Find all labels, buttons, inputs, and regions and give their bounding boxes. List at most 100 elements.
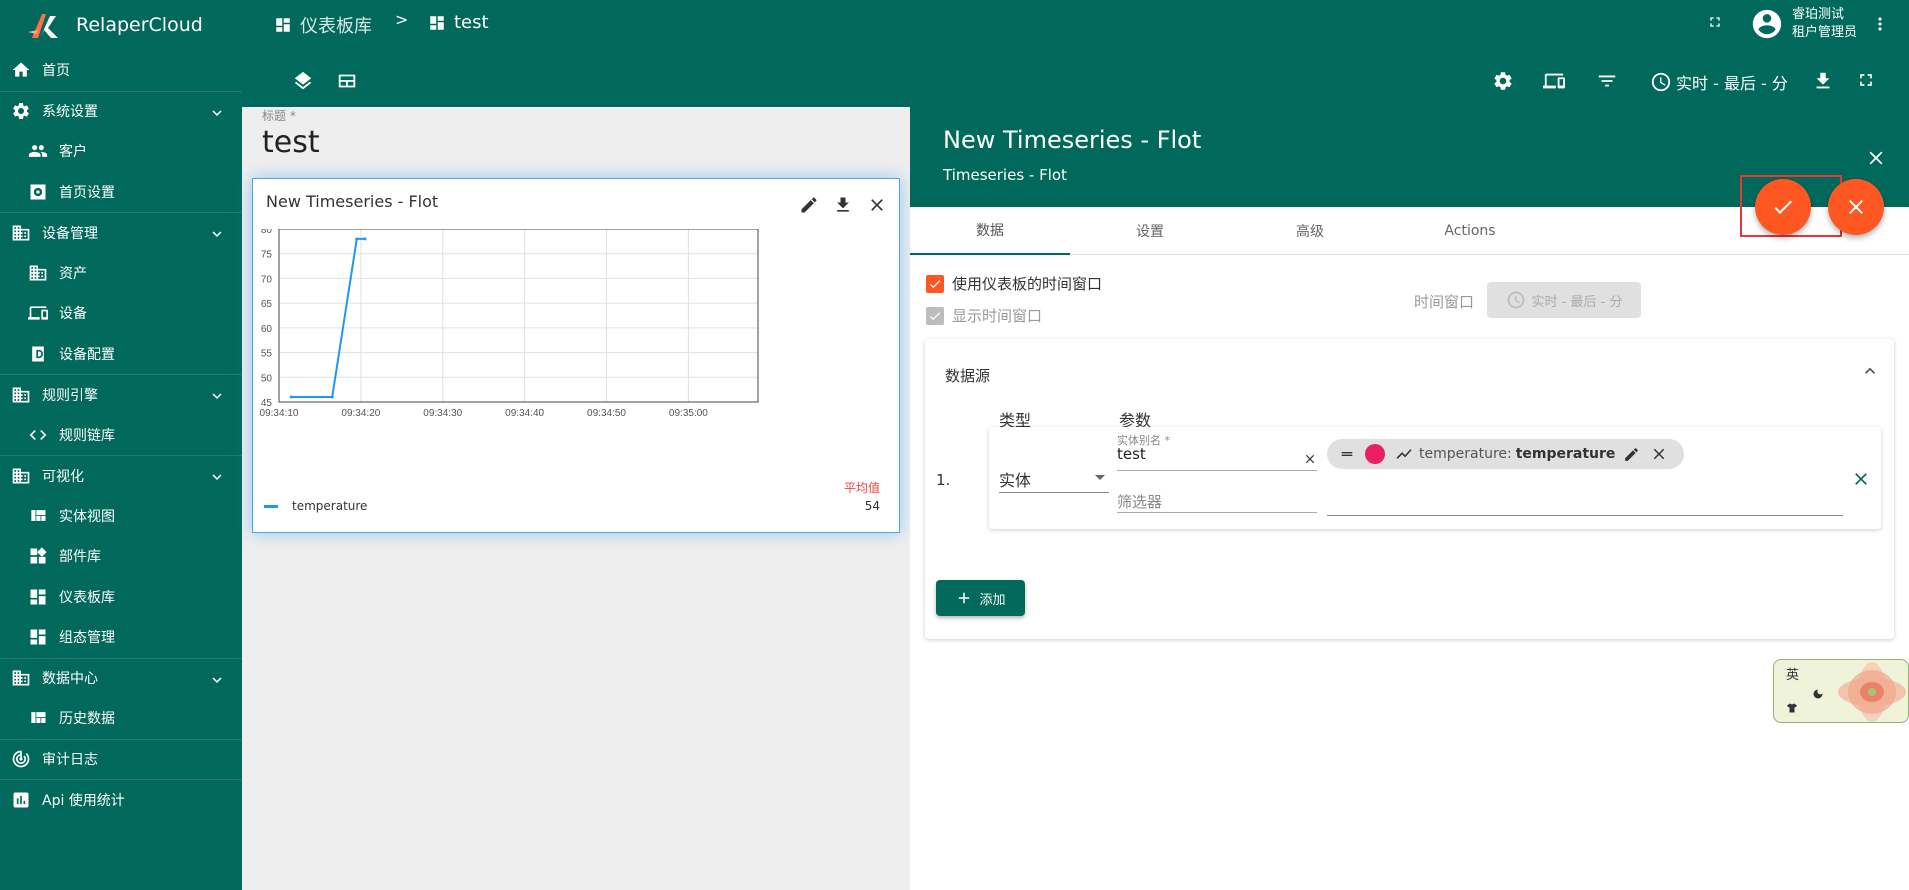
download-icon[interactable] [833,195,853,215]
sidebar-item-label: 仪表板库 [59,589,115,606]
settings-icon[interactable] [1492,70,1514,92]
show-timewindow-checkbox[interactable]: 显示时间窗口 [926,305,1042,326]
use-dashboard-timewindow-checkbox[interactable]: 使用仪表板的时间窗口 [926,273,1102,294]
view-quilt-icon [27,707,49,729]
y-tick-label: 50 [261,373,273,384]
sidebar-item-10[interactable]: 可视化 [0,455,242,496]
clear-icon[interactable] [1303,452,1317,466]
datakey-label: temperature [1515,446,1616,462]
breadcrumb-current-label: test [454,12,489,33]
chevron-down-icon[interactable] [208,104,226,122]
download-icon[interactable] [1812,70,1834,92]
breadcrumb-root[interactable]: 仪表板库 [274,12,372,38]
chevron-down-icon[interactable] [208,387,226,405]
datasource-row: 实体 实体别名 * test 筛选器 temperature: temperat… [989,427,1881,529]
datasource-type-value: 实体 [999,471,1032,490]
show-timewindow-label: 显示时间窗口 [952,307,1043,325]
ime-floating-toolbar[interactable]: 英 [1773,659,1909,723]
sidebar-item-label: 可视化 [42,468,84,485]
layout-icon[interactable] [336,70,358,92]
sidebar-item-18[interactable]: Api 使用统计 [0,779,242,820]
fullscreen-icon[interactable] [1707,14,1723,30]
legend-avg-value: 54 [864,499,880,513]
widget-title: New Timeseries - Flot [266,192,439,211]
sidebar-item-label: 规则链库 [59,427,115,444]
sidebar-item-7[interactable]: 设备配置 [0,334,242,375]
chevron-up-icon[interactable] [1860,361,1880,381]
logo[interactable]: RelaperCloud [0,0,242,50]
account-circle-icon [1752,9,1782,39]
sidebar-item-label: 部件库 [59,549,101,566]
x-tick-label: 09:34:10 [260,408,299,419]
close-icon[interactable] [1865,147,1887,169]
color-dot[interactable] [1365,444,1385,464]
clock-icon [1651,72,1671,92]
devices-icon[interactable] [1542,70,1566,92]
people-icon [27,140,49,162]
brand-name: RelaperCloud [76,14,203,36]
filter-icon[interactable] [1596,70,1618,92]
layers-icon[interactable] [292,70,314,92]
add-datasource-button[interactable]: 添加 [936,580,1025,616]
datakey-chip[interactable]: temperature: temperature [1327,439,1684,469]
legend-row: temperature [264,499,889,513]
remove-datasource-icon[interactable] [1851,469,1871,489]
dropdown-arrow-icon [1095,475,1105,480]
sidebar-item-label: 设备配置 [59,346,115,363]
sidebar-item-8[interactable]: 规则引擎 [0,374,242,415]
user-menu[interactable]: 睿珀测试 租户管理员 [1750,6,1857,42]
sidebar: RelaperCloud 首页 系统设置 客户 首页设置 设备管理 资产 设备设备配置规则引… [0,0,242,890]
sidebar-item-15[interactable]: 数据中心 [0,657,242,699]
insert-chart-icon [10,789,32,811]
series-point [330,395,334,399]
sidebar-item-3[interactable]: 首页设置 [0,172,242,213]
sidebar-item-12[interactable]: 部件库 [0,536,242,577]
tab-data[interactable]: 数据 [910,207,1070,255]
close-icon[interactable] [867,195,887,215]
sidebar-item-0[interactable]: 首页 [0,50,242,91]
sidebar-item-2[interactable]: 客户 [0,131,242,172]
more-vert-icon[interactable] [1870,14,1890,34]
panel-tabs: 数据 设置 高级 Actions [910,207,1909,255]
timewindow-button[interactable]: 实时 - 最后 - 分 [1650,70,1788,94]
dashboard-title-input[interactable]: test [262,125,320,160]
datasources-card: 数据源 类型 参数 1. 实体 实体别名 * test 筛选器 temperat… [925,339,1894,639]
sidebar-item-4[interactable]: 设备管理 [0,212,242,253]
timewindow-label: 实时 - 最后 - 分 [1676,74,1788,93]
clock-icon [1507,291,1524,309]
sidebar-item-16[interactable]: 历史数据 [0,698,242,739]
sidebar-item-5[interactable]: 资产 [0,253,242,294]
x-tick-label: 09:34:30 [423,408,462,419]
fullscreen-icon[interactable] [1856,70,1876,90]
tab-actions[interactable]: Actions [1390,207,1550,255]
sidebar-item-label: Api 使用统计 [42,792,125,809]
brand-logo-icon [28,14,58,38]
chevron-down-icon[interactable] [208,671,226,689]
drag-handle-icon[interactable] [1339,446,1355,462]
legend-avg-header: 平均值 [843,481,880,495]
y-tick-label: 75 [261,250,273,261]
domain-icon [10,384,32,406]
timeseries-widget[interactable]: New Timeseries - Flot 80 75 70 65 60 55 50 45 09… [252,178,900,533]
edit-icon[interactable] [1623,446,1640,463]
home-settings-icon [27,181,49,203]
datasource-type-select[interactable]: 实体 [999,467,1109,493]
entity-alias-input[interactable]: test [1117,445,1317,471]
breadcrumb-root-label: 仪表板库 [300,16,372,37]
sidebar-item-11[interactable]: 实体视图 [0,496,242,537]
sidebar-item-14[interactable]: 组态管理 [0,617,242,658]
sidebar-item-13[interactable]: 仪表板库 [0,577,242,618]
chevron-down-icon[interactable] [208,468,226,486]
edit-icon[interactable] [799,195,819,215]
chevron-down-icon[interactable] [208,225,226,243]
sidebar-item-9[interactable]: 规则链库 [0,415,242,456]
series-point [289,395,293,399]
tab-settings[interactable]: 设置 [1070,207,1230,255]
sidebar-item-17[interactable]: 审计日志 [0,738,242,780]
close-icon[interactable] [1650,445,1668,463]
tab-advanced[interactable]: 高级 [1230,207,1390,255]
sidebar-item-1[interactable]: 系统设置 [0,90,242,132]
filter-input[interactable]: 筛选器 [1117,485,1317,513]
dashboard-icon [27,626,49,648]
sidebar-item-6[interactable]: 设备 [0,293,242,334]
